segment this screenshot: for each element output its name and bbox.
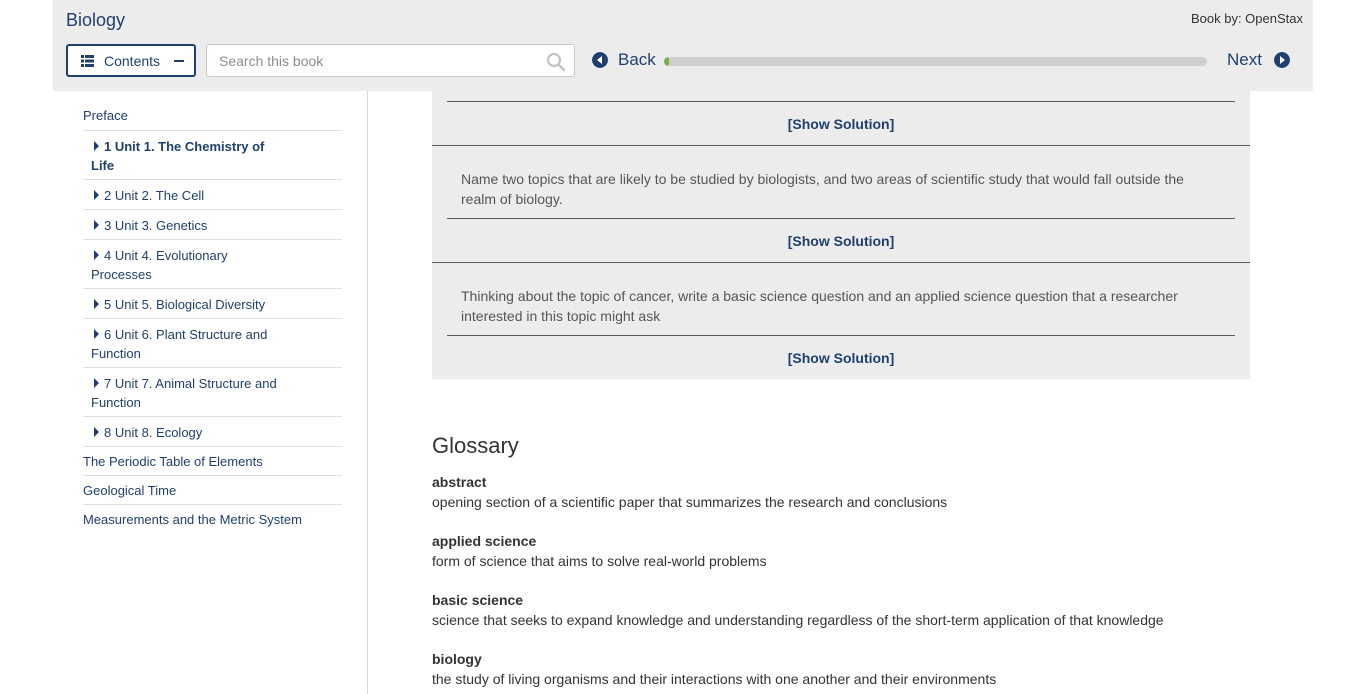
glossary-term: applied science [432,533,537,549]
glossary-definition: opening section of a scientific paper th… [432,494,948,510]
cut-off-problem [447,91,1235,102]
glossary-definition: form of science that aims to solve real-… [432,553,767,569]
glossary-term: basic science [432,592,524,608]
toc-item-metric-system[interactable]: Measurements and the Metric System [83,505,342,533]
toc-unit-1[interactable]: 1 Unit 1. The Chemistry of Life [83,131,342,180]
toc-unit-label: 3 Unit 3. Genetics [104,218,208,233]
glossary-definition: science that seeks to expand knowledge a… [432,612,1164,628]
contents-toggle-button[interactable]: Contents [66,44,196,77]
caret-right-icon [94,427,99,437]
minus-icon [174,59,185,62]
toc-unit-label: 8 Unit 8. Ecology [104,425,203,440]
toc-unit-label: 7 Unit 7. Animal Structure and Function [91,376,277,410]
toc-unit-label: 4 Unit 4. Evolutionary Processes [91,248,228,282]
toc-item-periodic-table[interactable]: The Periodic Table of Elements [83,447,342,476]
back-button[interactable]: Back [592,50,656,70]
toc-unit-5[interactable]: 5 Unit 5. Biological Diversity [83,289,342,319]
book-header: Biology Book by: OpenStax Contents Back [53,0,1313,91]
toc-unit-label: 2 Unit 2. The Cell [104,188,205,203]
toc-list: Preface 1 Unit 1. The Chemistry of Life … [83,101,342,533]
glossary-heading: Glossary [432,433,519,458]
review-exercises: [Show Solution] Name two topics that are… [432,91,1250,379]
toc-item-geological-time[interactable]: Geological Time [83,476,342,505]
caret-right-icon [94,299,99,309]
book-title[interactable]: Biology [66,10,125,31]
next-button[interactable]: Next [1227,50,1290,70]
show-solution-button[interactable]: [Show Solution] [788,116,895,132]
toc-unit-3[interactable]: 3 Unit 3. Genetics [83,210,342,240]
glossary-term: abstract [432,474,487,490]
toc-unit-4[interactable]: 4 Unit 4. Evolutionary Processes [83,240,342,289]
caret-right-icon [94,378,99,388]
back-label: Back [618,50,656,69]
caret-right-icon [94,329,99,339]
main-content: [Show Solution] Name two topics that are… [368,91,1366,694]
toc-unit-2[interactable]: 2 Unit 2. The Cell [83,180,342,210]
toc-unit-8[interactable]: 8 Unit 8. Ecology [83,417,342,447]
caret-right-icon [94,250,99,260]
next-arrow-icon [1273,52,1290,68]
next-label: Next [1227,50,1262,69]
show-solution-button[interactable]: [Show Solution] [788,233,895,249]
glossary-term: biology [432,651,482,667]
toc-unit-label: 6 Unit 6. Plant Structure and Function [91,327,268,361]
glossary-definition: the study of living organisms and their … [432,671,997,687]
toc-unit-label: 5 Unit 5. Biological Diversity [104,297,266,312]
show-solution-button[interactable]: [Show Solution] [788,350,895,366]
contents-label: Contents [104,52,161,69]
reading-progress-bar [664,57,1207,66]
toc-item-preface[interactable]: Preface [83,101,342,131]
caret-right-icon [94,220,99,230]
back-arrow-icon [592,52,608,68]
search-icon[interactable] [546,52,566,72]
caret-right-icon [94,190,99,200]
caret-right-icon [94,141,99,151]
search-box [206,44,575,77]
toc-unit-label: 1 Unit 1. The Chemistry of Life [91,139,265,173]
table-of-contents-sidebar: Preface 1 Unit 1. The Chemistry of Life … [53,91,368,694]
exercise-problem: Name two topics that are likely to be st… [447,146,1235,219]
toc-unit-7[interactable]: 7 Unit 7. Animal Structure and Function [83,368,342,417]
list-icon [81,54,94,67]
search-input[interactable] [207,45,527,76]
progress-fill [664,57,670,66]
exercise-problem: Thinking about the topic of cancer, writ… [447,263,1235,336]
book-attribution: Book by: OpenStax [1190,11,1303,26]
glossary-section: Glossary abstract opening section of a s… [432,433,1332,694]
toc-unit-6[interactable]: 6 Unit 6. Plant Structure and Function [83,319,342,368]
